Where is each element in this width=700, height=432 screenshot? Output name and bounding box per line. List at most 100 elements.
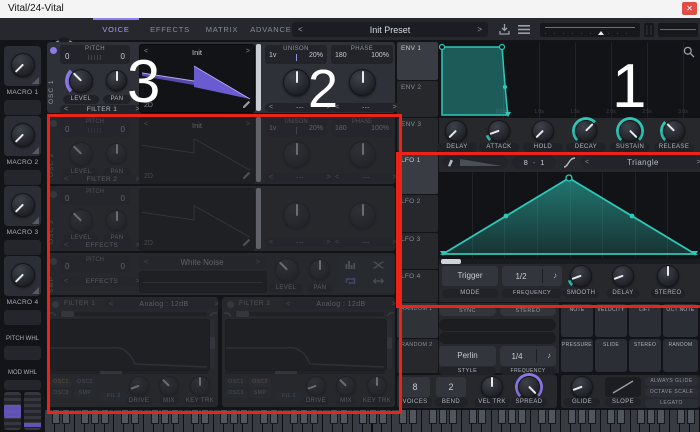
mod-source-oct-note[interactable]: OCT NOTE (663, 304, 698, 337)
black-key[interactable] (131, 410, 139, 424)
glide-knob[interactable] (571, 376, 593, 398)
macro-edit-corner[interactable] (32, 147, 39, 154)
black-key[interactable] (191, 410, 199, 424)
envelope-display[interactable]: 500ms 1.0s 1.5s 2.0s 2.5s 3.0s (439, 42, 700, 118)
tab-lfo1[interactable]: LFO 1 (397, 154, 438, 194)
filter2-response-display[interactable] (225, 319, 387, 371)
tab-voice[interactable]: VOICE (93, 25, 139, 34)
tab-random2[interactable]: RANDOM 2 (397, 339, 438, 373)
tune-value[interactable]: 0 (121, 125, 125, 134)
filter1-input-osc1[interactable]: OSC1 (50, 378, 72, 387)
slope-display[interactable] (605, 377, 641, 397)
sample-loop-icon[interactable] (345, 276, 356, 286)
tune-value[interactable]: 0 (121, 262, 125, 271)
osc3-phase-knob[interactable] (349, 202, 376, 229)
random-sync-toggle[interactable]: SYNC (439, 306, 496, 316)
env-decay-knob[interactable] (575, 120, 597, 142)
filter2-input-osc3[interactable]: OSC3 (225, 389, 247, 398)
env-release-knob[interactable] (663, 120, 685, 142)
sampler-level-knob[interactable] (275, 258, 299, 282)
black-key[interactable] (369, 410, 377, 424)
tab-lfo2[interactable]: LFO 2 (397, 195, 438, 232)
tab-env2[interactable]: ENV 2 (397, 81, 438, 117)
octave-scale-toggle[interactable]: OCTAVE SCALE (645, 388, 698, 397)
black-key[interactable] (62, 410, 70, 424)
black-key[interactable] (101, 410, 109, 424)
filter2-mix-knob[interactable] (336, 376, 356, 396)
tab-matrix[interactable]: MATRIX (199, 25, 245, 34)
osc2-destination-selector[interactable]: <FILTER 2> (60, 175, 144, 184)
mod-source-velocity[interactable]: VELOCITY (595, 304, 627, 337)
mod-wheel[interactable] (24, 392, 41, 430)
osc3-unison-mode-selector[interactable]: <---> (265, 238, 335, 247)
tab-lfo3[interactable]: LFO 3 (397, 233, 438, 269)
osc1-destination-selector[interactable]: <FILTER 1> (60, 105, 144, 114)
save-preset-icon[interactable] (498, 23, 511, 36)
black-key[interactable] (171, 410, 179, 424)
black-key[interactable] (399, 410, 407, 424)
black-key[interactable] (469, 410, 477, 424)
wavetable-name[interactable]: Init (140, 121, 254, 130)
menu-hamburger-icon[interactable] (518, 24, 530, 35)
smooth-curve-icon[interactable] (562, 156, 577, 169)
black-key[interactable] (478, 410, 486, 424)
osc3-pan-knob[interactable] (106, 210, 127, 231)
sample-name[interactable]: White Noise (139, 258, 265, 267)
env-hold-knob[interactable] (532, 120, 554, 142)
tab-effects[interactable]: EFFECTS (145, 25, 195, 34)
preset-next-arrow[interactable]: > (477, 25, 482, 34)
transpose-value[interactable]: 0 (65, 52, 69, 61)
osc2-wavetable-display[interactable]: < Init > 2D (139, 117, 255, 184)
tab-env3[interactable]: ENV 3 (397, 118, 438, 152)
phase-value[interactable]: 180 (335, 125, 347, 132)
osc3-unison-detune-knob[interactable] (283, 202, 310, 229)
filter1-morph-slider[interactable] (59, 312, 207, 316)
sampler-pitch-box[interactable]: PITCH 0 0 (60, 256, 130, 273)
mod-source-slide[interactable]: SLIDE (595, 339, 627, 372)
vel-trk-knob[interactable] (481, 376, 503, 398)
filter1-keytrk-knob[interactable] (190, 376, 210, 396)
black-key[interactable] (91, 410, 99, 424)
tune-value[interactable]: 0 (121, 52, 125, 61)
random-frequency-box[interactable]: 1/4 ♪ (500, 346, 556, 366)
tab-lfo4[interactable]: LFO 4 (397, 270, 438, 302)
black-key[interactable] (290, 410, 298, 424)
paint-density-slider[interactable] (460, 159, 502, 166)
lfo-shape-selector[interactable]: <Triangle> (581, 156, 700, 169)
mod-source-stereo[interactable]: STEREO (629, 339, 661, 372)
osc1-pitch-box[interactable]: PITCH 0 0 (60, 45, 130, 64)
black-key[interactable] (220, 410, 228, 424)
osc1-phase-mode-selector[interactable]: <---> (331, 103, 401, 112)
macro-4-dropzone[interactable] (4, 310, 41, 325)
osc2-phase-box[interactable]: PHASE 180 100% (331, 118, 393, 137)
black-key[interactable] (240, 410, 248, 424)
filter2-cutoff-scrollbar[interactable] (225, 371, 385, 374)
view-mode-2d[interactable]: 2D (144, 240, 153, 247)
wavetable-next-arrow[interactable]: > (246, 121, 250, 128)
filter1-input-osc3[interactable]: OSC3 (50, 389, 72, 398)
black-key[interactable] (52, 410, 60, 424)
filter1-resonance-slider[interactable] (210, 319, 215, 369)
random-style-box[interactable]: Perlin (439, 346, 496, 366)
tab-env1[interactable]: ENV 1 (397, 42, 438, 80)
mod-source-pressure[interactable]: PRESSURE (561, 339, 593, 372)
mod-wheel-dropzone[interactable] (4, 380, 41, 390)
osc1-wavetable-display[interactable]: < Init > 2D (139, 44, 255, 113)
black-key[interactable] (121, 410, 129, 424)
transpose-value[interactable]: 0 (65, 262, 69, 271)
bend-value-box[interactable]: 2 (436, 377, 466, 397)
filter1-model-selector[interactable]: <Analog : 12dB> (105, 299, 223, 309)
filter1-drive-knob[interactable] (129, 376, 149, 396)
filter2-input-osc1[interactable]: OSC1 (225, 378, 247, 387)
lfo-display[interactable] (439, 172, 700, 258)
macro-3-dropzone[interactable] (4, 240, 41, 255)
osc1-level-knob[interactable] (69, 69, 93, 93)
black-key[interactable] (607, 410, 615, 424)
pencil-edit-icon[interactable] (242, 171, 251, 180)
osc1-phase-box[interactable]: PHASE 180 100% (331, 45, 393, 64)
black-key[interactable] (260, 410, 268, 424)
transpose-value[interactable]: 0 (65, 194, 69, 203)
filter1-input-smp[interactable]: SMP (74, 389, 96, 398)
wavetable-name[interactable]: Init (140, 48, 254, 57)
close-button[interactable]: ✕ (682, 2, 697, 15)
